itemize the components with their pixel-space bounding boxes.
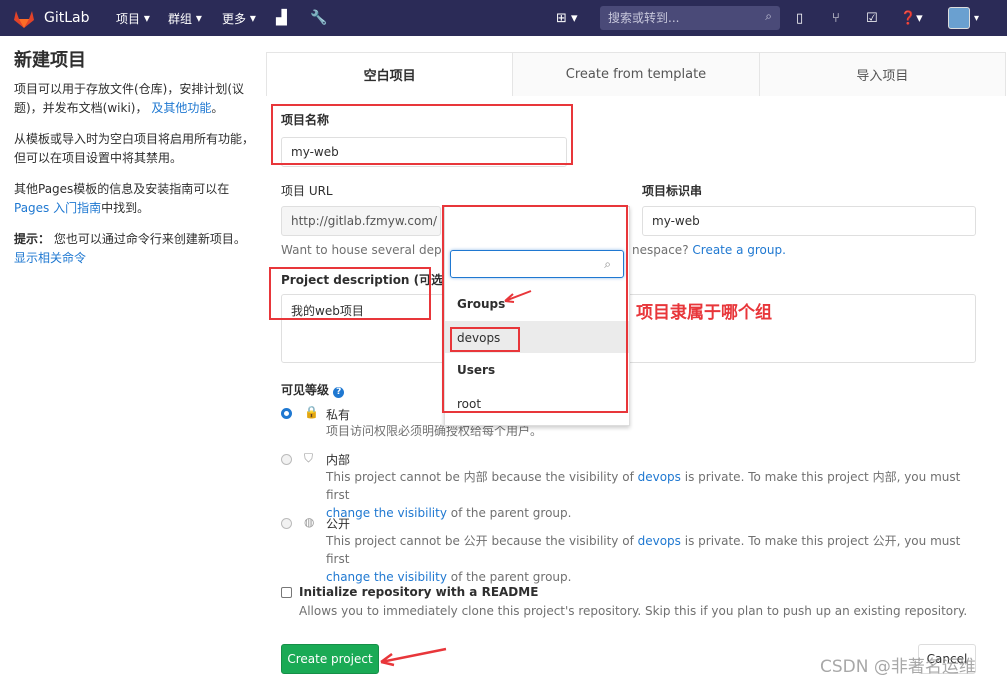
visibility-internal-desc: This project cannot be 内部 because the vi…: [326, 470, 961, 520]
visibility-public-desc: This project cannot be 公开 because the vi…: [326, 534, 961, 584]
visibility-internal-title: 内部: [326, 453, 351, 467]
project-slug-input[interactable]: my-web: [642, 206, 976, 236]
readme-label[interactable]: Initialize repository with a README: [299, 585, 538, 599]
readme-checkbox[interactable]: [281, 587, 292, 598]
shield-icon: ⛉: [304, 451, 314, 465]
sidebar-template-note: 从模板或导入时为空白项目将启用所有功能，但可以在项目设置中将其禁用。: [14, 132, 255, 165]
more-features-link[interactable]: 及其他功能: [151, 101, 211, 115]
create-group-link[interactable]: Create a group.: [692, 243, 786, 257]
nav-projects[interactable]: 项目 ▾: [116, 0, 150, 36]
group-help-text-right: nespace? Create a group.: [632, 243, 786, 257]
tab-import-project[interactable]: 导入项目: [758, 53, 1005, 96]
highlight-box-description: [269, 267, 431, 320]
activity-chart-icon[interactable]: ▟: [276, 0, 287, 36]
lock-icon: 🔒: [304, 405, 319, 419]
sidebar-pages-note: 其他Pages模板的信息及安装指南可以在Pages 入门指南中找到。: [14, 182, 230, 215]
search-icon: ⌕: [765, 9, 772, 23]
merge-request-icon[interactable]: ⑂: [832, 0, 840, 36]
nav-more[interactable]: 更多 ▾: [222, 0, 256, 36]
avatar[interactable]: [948, 7, 970, 29]
help-icon[interactable]: ❓▾: [900, 0, 923, 36]
sidebar-intro: 项目可以用于存放文件(仓库)，安排计划(议题)，并发布文档(wiki)， 及其他…: [14, 82, 245, 115]
search-input[interactable]: 搜索或转到... ⌕: [600, 6, 780, 30]
nav-groups[interactable]: 群组 ▾: [168, 0, 202, 36]
project-tabs: 空白项目 Create from template 导入项目: [266, 52, 1006, 96]
sidebar-tip: 提示： 您也可以通过命令行来创建新项目。 显示相关命令: [14, 232, 246, 265]
sidebar: 新建项目 项目可以用于存放文件(仓库)，安排计划(议题)，并发布文档(wiki)…: [14, 36, 254, 280]
annotation-arrow-icon: [504, 290, 532, 303]
readme-desc: Allows you to immediately clone this pro…: [299, 604, 968, 618]
highlight-box-devops: [450, 327, 520, 352]
admin-wrench-icon[interactable]: 🔧: [310, 0, 327, 36]
visibility-private-title: 私有: [326, 408, 351, 422]
tab-blank-project[interactable]: 空白项目: [267, 53, 513, 96]
visibility-private-radio[interactable]: [281, 408, 292, 419]
todo-check-icon[interactable]: ☑: [866, 0, 878, 36]
help-icon[interactable]: ?: [333, 387, 345, 398]
create-project-button[interactable]: Create project: [281, 644, 379, 674]
change-visibility-link[interactable]: change the visibility: [326, 570, 447, 584]
project-slug-label: 项目标识串: [642, 184, 703, 198]
visibility-private-desc: 项目访问权限必须明确授权给每个用户。: [326, 424, 543, 438]
pages-guide-link[interactable]: Pages 入门指南: [14, 201, 101, 215]
page-title: 新建项目: [14, 50, 86, 71]
top-navbar: GitLab 项目 ▾ 群组 ▾ 更多 ▾ ▟ 🔧 ⊞ ▾ 搜索或转到... ⌕ …: [0, 0, 1007, 36]
highlight-box-dropdown: [442, 205, 628, 413]
visibility-public-radio[interactable]: [281, 518, 292, 529]
issues-icon[interactable]: ▯: [796, 0, 803, 36]
show-commands-link[interactable]: 显示相关命令: [14, 251, 86, 265]
visibility-public-title: 公开: [326, 517, 351, 531]
new-plus-icon[interactable]: ⊞ ▾: [556, 0, 578, 36]
gitlab-logo-icon[interactable]: [12, 0, 36, 36]
annotation-arrow-icon: [380, 647, 447, 667]
watermark: CSDN @非著名运维: [820, 657, 976, 677]
visibility-label: 可见等级 ?: [281, 381, 345, 398]
url-prefix: http://gitlab.fzmyw.com/: [281, 206, 441, 236]
globe-icon: ◍: [304, 515, 315, 529]
devops-link[interactable]: devops: [638, 470, 681, 484]
highlight-box-name: [271, 104, 573, 165]
avatar-chevron-down-icon[interactable]: ▾: [974, 0, 979, 36]
project-url-label: 项目 URL: [281, 184, 333, 198]
annotation-text: 项目隶属于哪个组: [636, 303, 772, 323]
visibility-internal-radio[interactable]: [281, 454, 292, 465]
tab-create-from-template[interactable]: Create from template: [512, 53, 759, 96]
devops-link[interactable]: devops: [638, 534, 681, 548]
brand-name[interactable]: GitLab: [44, 0, 90, 36]
group-help-text-left: Want to house several depe: [281, 243, 449, 257]
